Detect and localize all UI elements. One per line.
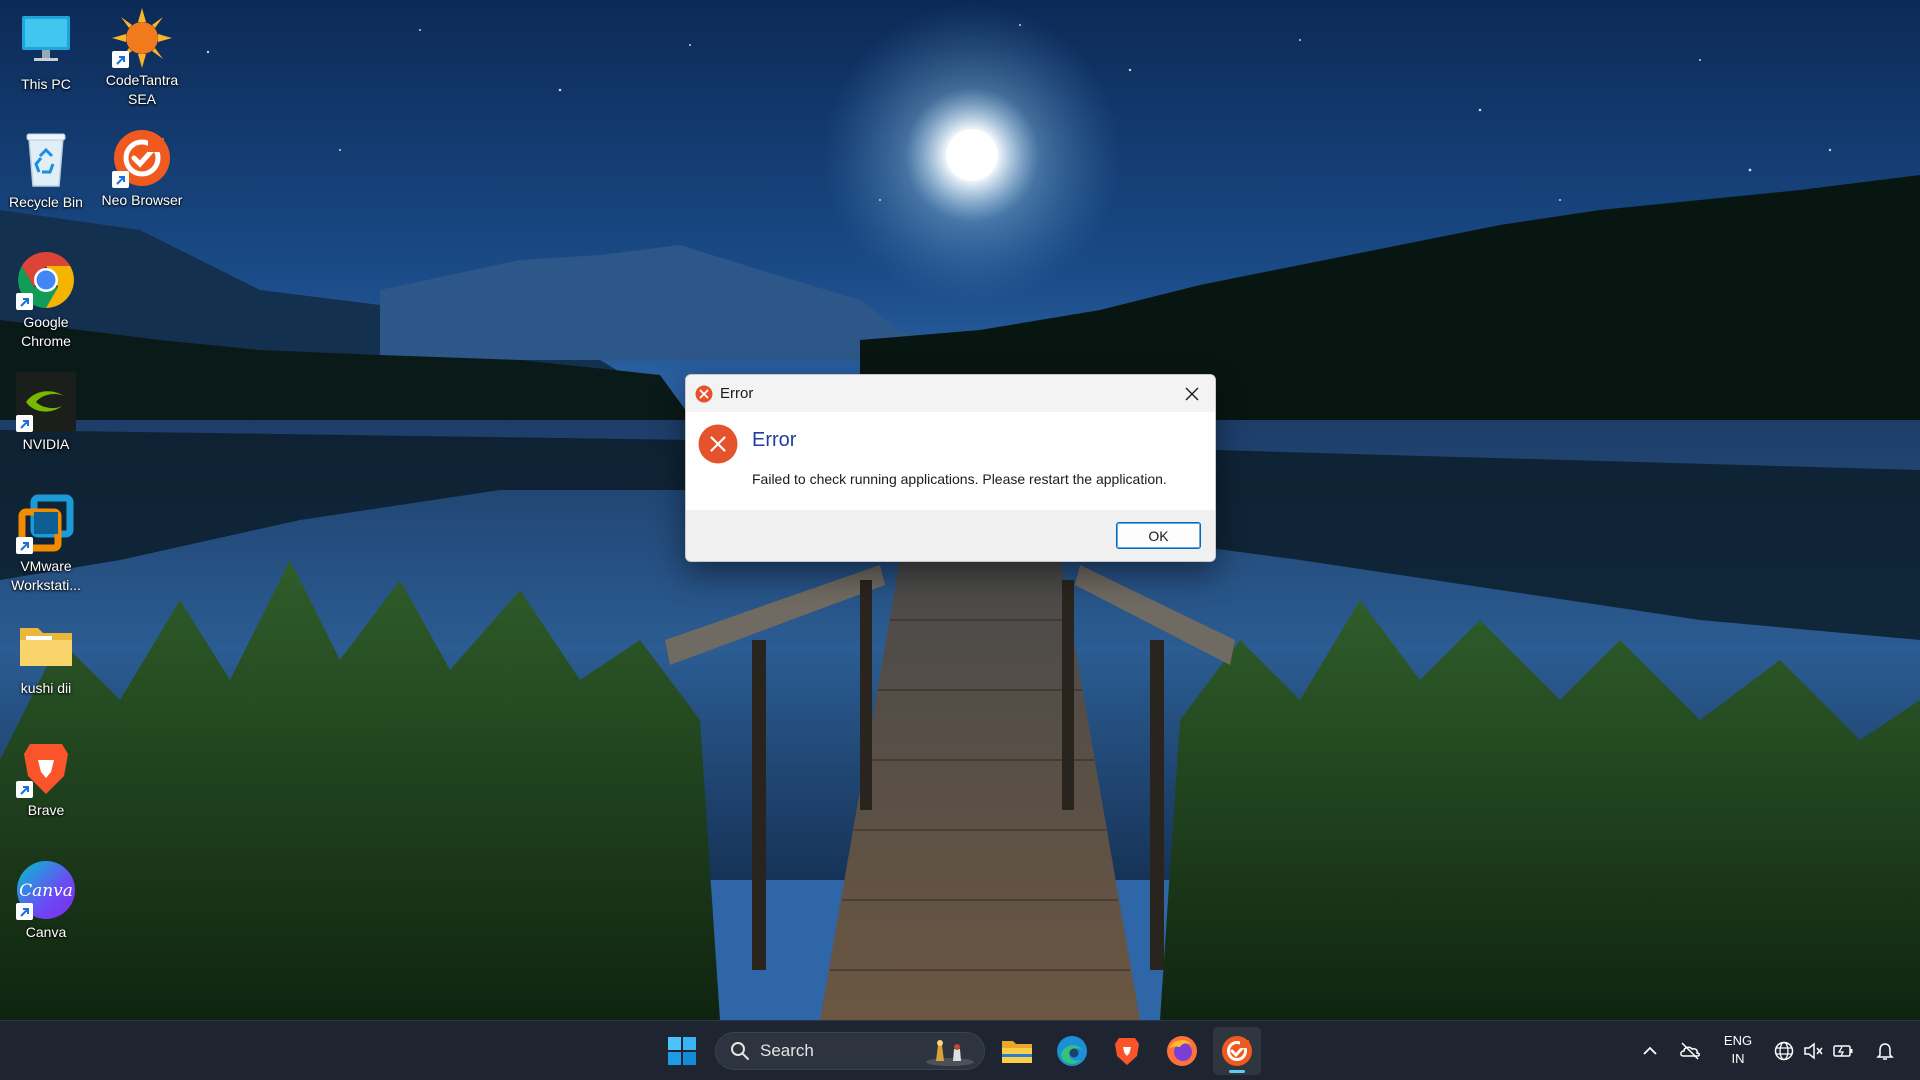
svg-text:Canva: Canva: [19, 881, 73, 901]
firefox-icon: [1167, 1036, 1197, 1066]
edge-icon: [1057, 1036, 1087, 1066]
notification-icon[interactable]: [1874, 1040, 1896, 1062]
desktop-icon-codetantra-sea[interactable]: CodeTantra SEA: [94, 8, 190, 109]
dialog-footer: OK: [686, 510, 1215, 561]
ok-button[interactable]: OK: [1116, 522, 1201, 549]
close-icon: [1185, 387, 1199, 400]
error-dialog: Error Error Failed to check running appl…: [685, 374, 1216, 562]
taskbar-brave[interactable]: [1103, 1027, 1151, 1075]
file-explorer-icon: [1002, 1041, 1032, 1063]
desktop-icon-google-chrome[interactable]: Google Chrome: [0, 250, 94, 351]
desktop-icon-label: Canva: [25, 924, 67, 940]
desktop-icon-label: kushi dii: [20, 680, 72, 696]
shortcut-arrow-icon: [112, 171, 129, 188]
taskbar-file-explorer[interactable]: [993, 1027, 1041, 1075]
error-icon: [695, 385, 713, 402]
desktop-icon-label: CodeTantra SEA: [105, 72, 179, 107]
dialog-heading: Error: [752, 429, 797, 451]
monitor-icon: [22, 16, 70, 61]
desktop-icon-kushi-dii[interactable]: kushi dii: [0, 616, 94, 698]
desktop-icon-vmware[interactable]: VMware Workstati...: [0, 494, 94, 595]
close-button[interactable]: [1169, 375, 1215, 412]
brave-icon: [1115, 1038, 1139, 1065]
search-highlight-icon: [926, 1040, 974, 1066]
start-button[interactable]: [658, 1027, 706, 1075]
shortcut-arrow-icon: [16, 781, 33, 798]
taskbar-neo-browser[interactable]: [1213, 1027, 1261, 1075]
desktop-icon-label: VMware Workstati...: [11, 558, 81, 593]
shortcut-arrow-icon: [16, 903, 33, 920]
network-icon[interactable]: [1773, 1040, 1795, 1062]
desktop-icon-this-pc[interactable]: This PC: [0, 12, 94, 94]
taskbar-edge[interactable]: [1048, 1027, 1096, 1075]
chevron-up-icon[interactable]: [1639, 1040, 1661, 1062]
shortcut-arrow-icon: [16, 537, 33, 554]
dialog-message: Failed to check running applications. Pl…: [752, 471, 1167, 487]
language-code: ENG: [1723, 1033, 1753, 1048]
windows-start-icon: [668, 1037, 696, 1065]
desktop-icon-label: Brave: [27, 802, 65, 818]
dialog-titlebar[interactable]: Error: [686, 375, 1215, 412]
battery-icon[interactable]: [1832, 1040, 1854, 1062]
shortcut-arrow-icon: [16, 293, 33, 310]
desktop-icon-neo-browser[interactable]: Neo Browser: [94, 128, 190, 210]
region-code: IN: [1731, 1051, 1745, 1066]
taskbar: Search ENG IN: [0, 1020, 1920, 1080]
taskbar-search[interactable]: Search: [715, 1032, 985, 1070]
desktop-icon-recycle-bin[interactable]: Recycle Bin: [0, 130, 94, 212]
shortcut-arrow-icon: [112, 51, 129, 68]
dialog-title: Error: [720, 385, 754, 402]
desktop-icon-nvidia[interactable]: NVIDIA: [0, 372, 94, 454]
language-indicator[interactable]: ENG IN: [1720, 1032, 1756, 1068]
search-label: Search: [760, 1041, 814, 1060]
neo-browser-icon: [1222, 1036, 1252, 1066]
taskbar-firefox[interactable]: [1158, 1027, 1206, 1075]
onedrive-offline-icon[interactable]: [1679, 1040, 1701, 1062]
desktop-icon-label: NVIDIA: [22, 436, 70, 452]
recycle-bin-icon: [26, 133, 66, 187]
folder-icon: [20, 628, 72, 666]
desktop-icon-label: Neo Browser: [101, 192, 183, 208]
desktop-icon-brave[interactable]: Brave: [0, 738, 94, 820]
dialog-body: Error Failed to check running applicatio…: [686, 412, 1215, 512]
volume-muted-icon[interactable]: [1802, 1040, 1824, 1062]
desktop-icon-label: Recycle Bin: [9, 194, 83, 210]
shortcut-arrow-icon: [16, 415, 33, 432]
search-icon: [731, 1042, 749, 1060]
desktop-icon-canva[interactable]: Canva Canva: [0, 860, 94, 942]
desktop-icon-label: Google Chrome: [21, 314, 71, 349]
error-icon: [698, 424, 738, 464]
desktop-icon-label: This PC: [21, 76, 71, 92]
active-app-indicator: [1229, 1070, 1245, 1073]
